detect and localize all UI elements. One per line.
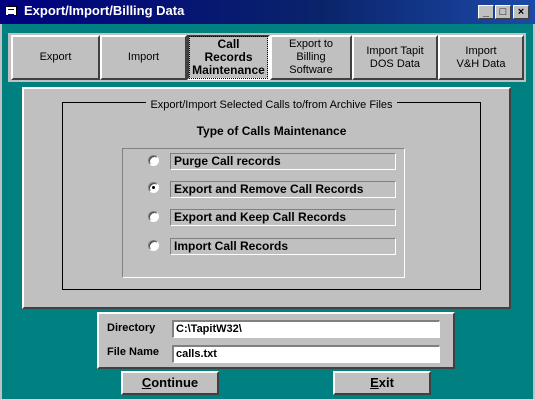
radio-export-remove[interactable] [148, 182, 159, 193]
close-button[interactable]: × [513, 5, 529, 19]
radio-purge[interactable] [148, 155, 159, 166]
continue-accel: C [141, 375, 152, 390]
option-label-export-keep[interactable]: Export and Keep Call Records [170, 209, 396, 226]
tab-import-vh-data[interactable]: Import V&H Data [438, 35, 524, 80]
tab-import[interactable]: Import [100, 35, 187, 80]
radio-export-keep[interactable] [148, 211, 159, 222]
title-bar[interactable]: Export/Import/Billing Data _ □ × [0, 0, 535, 24]
radio-import[interactable] [148, 240, 159, 251]
form-icon[interactable] [5, 6, 17, 16]
group-title: Export/Import Selected Calls to/from Arc… [62, 99, 481, 113]
minimize-button[interactable]: _ [478, 5, 494, 19]
exit-accel: E [370, 375, 379, 390]
filename-label: File Name [107, 346, 159, 358]
option-label-import[interactable]: Import Call Records [170, 238, 396, 255]
continue-button[interactable]: Continue [121, 371, 219, 395]
tab-call-records-maintenance[interactable]: Call Records Maintenance [187, 35, 270, 80]
option-label-purge[interactable]: Purge Call records [170, 153, 396, 170]
continue-label: ontinue [151, 375, 199, 390]
tab-label: Call Records Maintenance [189, 36, 268, 79]
tab-import-tapit-dos[interactable]: Import Tapit DOS Data [352, 35, 438, 80]
tab-export[interactable]: Export [11, 35, 100, 80]
type-heading: Type of Calls Maintenance [196, 124, 347, 138]
exit-label: xit [378, 375, 394, 390]
window-title: Export/Import/Billing Data [24, 3, 185, 18]
option-label-export-remove[interactable]: Export and Remove Call Records [170, 181, 396, 198]
tab-label: Import V&H Data [456, 44, 506, 70]
tab-label: Import Tapit DOS Data [366, 44, 424, 70]
maximize-button[interactable]: □ [495, 5, 511, 19]
exit-button[interactable]: Exit [333, 371, 431, 395]
tab-label: Import [127, 51, 160, 63]
directory-label: Directory [107, 322, 156, 334]
tab-label: Export to Billing Software [288, 38, 334, 76]
directory-input[interactable]: C:\TapitW32\ [172, 320, 440, 338]
filename-input[interactable]: calls.txt [172, 345, 440, 363]
tab-export-to-billing[interactable]: Export to Billing Software [270, 35, 352, 80]
tab-label: Export [39, 51, 72, 63]
